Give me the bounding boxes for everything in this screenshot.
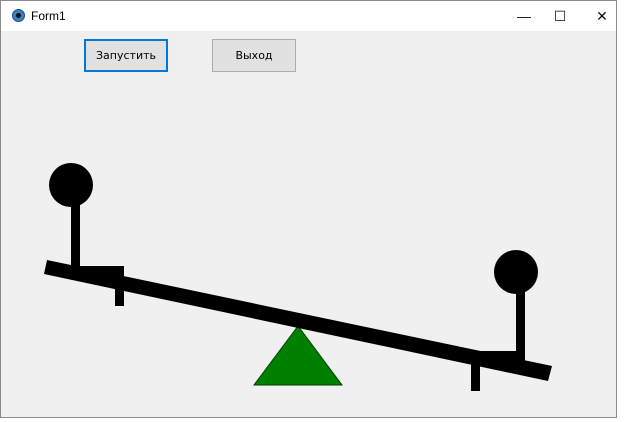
right-weight-stub [471,360,480,391]
left-weight-stick [71,205,80,269]
right-weight-stick [516,292,525,354]
seesaw-drawing [44,163,552,391]
left-weight-ball [49,163,93,207]
left-weight-base [79,266,124,277]
right-weight-base [478,351,525,361]
fulcrum-triangle [253,325,343,386]
right-weight-ball [494,250,538,294]
left-weight-stub [115,276,124,306]
